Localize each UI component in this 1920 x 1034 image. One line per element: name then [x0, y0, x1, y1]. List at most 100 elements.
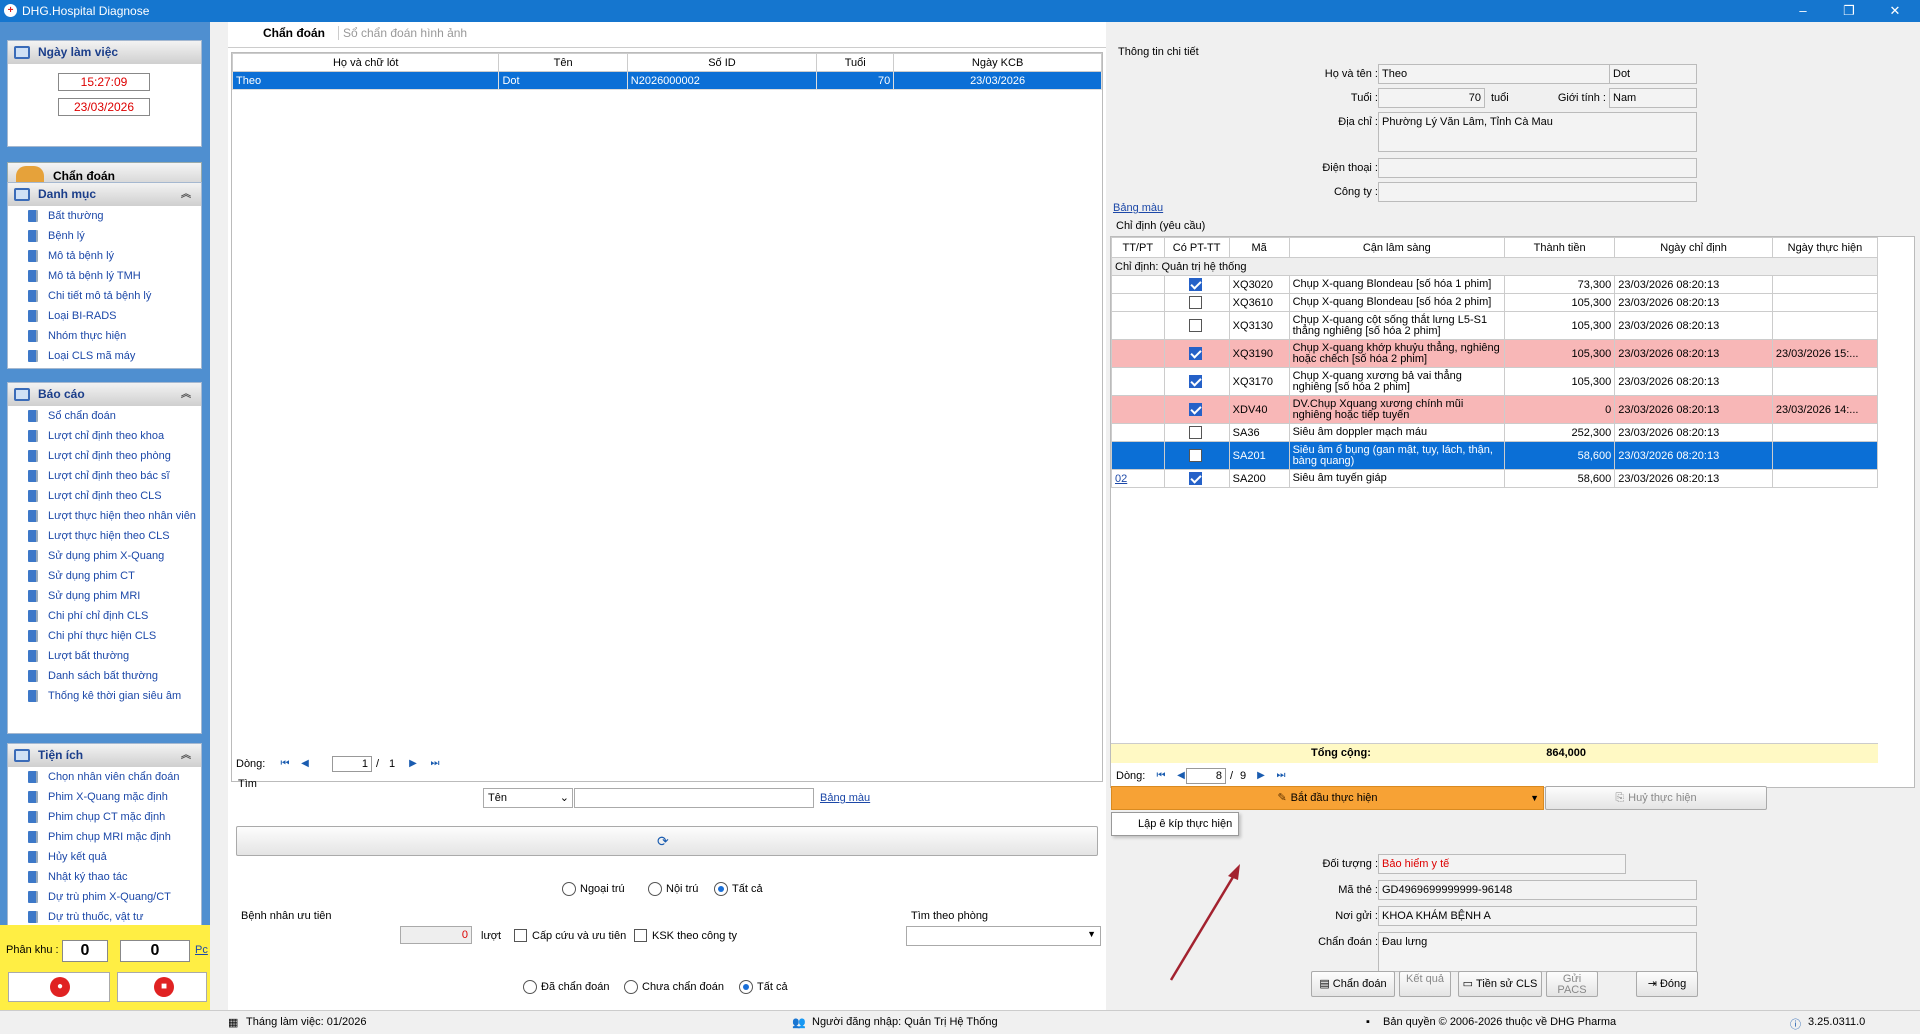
danhmuc-item[interactable]: Mô tả bệnh lý — [8, 246, 201, 266]
order-checkbox[interactable] — [1188, 472, 1202, 485]
color-legend-link-right[interactable]: Bảng màu — [1113, 202, 1163, 214]
table-row[interactable]: XDV40 DV.Chụp Xquang xương chính mũi nghi… — [1111, 395, 1879, 424]
radio-noitru[interactable]: Nội trú — [648, 882, 698, 898]
baocao-item[interactable]: Thống kê thời gian siêu âm — [8, 686, 201, 706]
baocao-item[interactable]: Sử dụng phim CT — [8, 566, 201, 586]
record-button[interactable]: ● — [8, 972, 110, 1002]
baocao-item[interactable]: Sử dụng phim X-Quang — [8, 546, 201, 566]
start-execution-button[interactable]: ✎ Bắt đầu thực hiện ▼ — [1111, 786, 1544, 810]
radio-tatca-2[interactable]: Tất cả — [739, 980, 788, 996]
baocao-item[interactable]: Lượt thực hiện theo nhân viên — [8, 506, 201, 526]
phankhu-spinner-1[interactable]: 0 — [62, 940, 108, 962]
order-col-header[interactable]: Ngày chỉ định — [1614, 237, 1773, 258]
table-row[interactable]: XQ3610 Chụp X-quang Blondeau [số hóa 2 ph… — [1111, 293, 1879, 312]
order-col-header[interactable]: Ngày thực hiện — [1771, 237, 1879, 258]
chandoan-button[interactable]: ▤ Chẩn đoán — [1311, 971, 1395, 997]
order-col-header[interactable]: Mã — [1228, 237, 1290, 258]
table-row[interactable]: 02 SA200 Siêu âm tuyến giáp 58,600 23/03/202… — [1111, 469, 1879, 488]
order-checkbox-cell[interactable] — [1163, 441, 1230, 470]
order-next-page-icon[interactable]: ▶ — [1254, 769, 1268, 783]
cancel-execution-button[interactable]: ⎘ Huỷ thực hiện — [1545, 786, 1767, 810]
prev-page-icon[interactable]: ◀ — [298, 757, 312, 771]
dropdown-arrow-icon[interactable]: ▼ — [1530, 787, 1539, 809]
danhmuc-item[interactable]: Nhóm thực hiện — [8, 326, 201, 346]
order-checkbox[interactable] — [1188, 426, 1202, 439]
search-input[interactable] — [574, 788, 814, 808]
search-field-select[interactable]: Tên ⌄ — [483, 788, 573, 808]
patient-col-header[interactable]: Số ID — [626, 53, 818, 72]
maximize-button[interactable]: ❐ — [1826, 0, 1872, 22]
baocao-item[interactable]: Chi phí chỉ định CLS — [8, 606, 201, 626]
baocao-item[interactable]: Chi phí thực hiện CLS — [8, 626, 201, 646]
first-page-icon[interactable]: ⏮ — [278, 757, 292, 771]
tab-so-chandoan[interactable]: Sổ chẩn đoán hình ảnh — [338, 26, 467, 40]
order-col-header[interactable]: Có PT-TT — [1163, 237, 1230, 258]
gui-pacs-button[interactable]: Gửi PACS — [1546, 971, 1598, 997]
room-select[interactable]: ▼ — [906, 926, 1101, 946]
table-row[interactable]: Theo Dot N2026000002 70 23/03/2026 — [231, 71, 1102, 90]
dong-button[interactable]: ⇥ Đóng — [1636, 971, 1698, 997]
baocao-item[interactable]: Sử dụng phim MRI — [8, 586, 201, 606]
order-checkbox[interactable] — [1188, 296, 1202, 309]
tienich-item[interactable]: Phim chụp CT mặc định — [8, 807, 201, 827]
tienich-header[interactable]: Tiện ích ︽ — [8, 744, 201, 767]
table-row[interactable]: SA36 Siêu âm doppler mạch máu 252,300 23/03… — [1111, 423, 1879, 442]
table-row[interactable]: SA201 Siêu âm ổ bụng (gan mật, tụy, lách,… — [1111, 441, 1879, 470]
danhmuc-item[interactable]: Chi tiết mô tả bệnh lý — [8, 286, 201, 306]
baocao-item[interactable]: Lượt chỉ định theo phòng — [8, 446, 201, 466]
tienich-item[interactable]: Dự trù phim X-Quang/CT — [8, 887, 201, 907]
order-checkbox[interactable] — [1188, 278, 1202, 291]
patient-col-header[interactable]: Tuổi — [816, 53, 895, 72]
danhmuc-item[interactable]: Bệnh lý — [8, 226, 201, 246]
order-first-page-icon[interactable]: ⏮ — [1154, 769, 1168, 783]
order-col-header[interactable]: Cận lâm sàng — [1288, 237, 1505, 258]
tienich-item[interactable]: Dự trù thuốc, vật tư — [8, 907, 201, 927]
tienich-item[interactable]: Chọn nhân viên chẩn đoán — [8, 767, 201, 787]
order-last-page-icon[interactable]: ⏭ — [1274, 769, 1288, 783]
ketqua-button[interactable]: Kết quả — [1399, 971, 1451, 997]
radio-tatca-1[interactable]: Tất cả — [714, 882, 763, 898]
collapse-icon[interactable]: ︽ — [181, 183, 191, 206]
color-legend-link[interactable]: Bảng màu — [820, 792, 870, 804]
order-checkbox[interactable] — [1188, 449, 1202, 462]
order-checkbox[interactable] — [1188, 319, 1202, 332]
baocao-item[interactable]: Sổ chẩn đoán — [8, 406, 201, 426]
baocao-header[interactable]: Báo cáo ︽ — [8, 383, 201, 406]
order-checkbox-cell[interactable] — [1163, 423, 1230, 442]
danhmuc-item[interactable]: Mô tả bệnh lý TMH — [8, 266, 201, 286]
patient-col-header[interactable]: Ngày KCB — [893, 53, 1102, 72]
dropdown-menu-item-lap-ekip[interactable]: Lập ê kíp thực hiện — [1111, 812, 1239, 836]
tab-chandoan[interactable]: Chẩn đoán — [263, 26, 325, 40]
stop-record-button[interactable]: ■ — [117, 972, 207, 1002]
order-col-header[interactable]: TT/PT — [1111, 237, 1165, 258]
patient-col-header[interactable]: Tên — [498, 53, 628, 72]
table-row[interactable]: XQ3170 Chụp X-quang xương bả vai thẳng ng… — [1111, 367, 1879, 396]
capcuu-checkbox[interactable] — [514, 929, 527, 942]
order-col-header[interactable]: Thành tiền — [1503, 237, 1616, 258]
last-page-icon[interactable]: ⏭ — [428, 757, 442, 771]
order-checkbox[interactable] — [1188, 375, 1202, 388]
collapse-icon[interactable]: ︽ — [181, 383, 191, 406]
danhmuc-item[interactable]: Loại BI-RADS — [8, 306, 201, 326]
patient-col-header[interactable]: Họ và chữ lót — [231, 53, 500, 72]
tienich-item[interactable]: Nhật ký thao tác — [8, 867, 201, 887]
danhmuc-item[interactable]: Bất thường — [8, 206, 201, 226]
order-checkbox-cell[interactable] — [1163, 311, 1230, 340]
baocao-item[interactable]: Danh sách bất thường — [8, 666, 201, 686]
minimize-button[interactable]: ‒ — [1780, 0, 1826, 22]
tiensu-cls-button[interactable]: ▭ Tiền sử CLS — [1458, 971, 1542, 997]
table-row[interactable]: XQ3020 Chụp X-quang Blondeau [số hóa 1 ph… — [1111, 275, 1879, 294]
order-checkbox-cell[interactable] — [1163, 339, 1230, 368]
pager-page-input[interactable]: 1 — [332, 756, 372, 772]
baocao-item[interactable]: Lượt bất thường — [8, 646, 201, 666]
baocao-item[interactable]: Lượt chỉ định theo bác sĩ — [8, 466, 201, 486]
radio-ngoaitru[interactable]: Ngoại trú — [562, 882, 625, 898]
tienich-item[interactable]: Phim chụp MRI mặc định — [8, 827, 201, 847]
order-pager-page[interactable]: 8 — [1186, 768, 1226, 784]
radio-dachandoan[interactable]: Đã chẩn đoán — [523, 980, 610, 996]
next-page-icon[interactable]: ▶ — [406, 757, 420, 771]
ksk-checkbox[interactable] — [634, 929, 647, 942]
phankhu-link[interactable]: Pc — [195, 944, 208, 956]
danhmuc-header[interactable]: Danh mục ︽ — [8, 183, 201, 206]
tienich-item[interactable]: Hủy kết quả — [8, 847, 201, 867]
